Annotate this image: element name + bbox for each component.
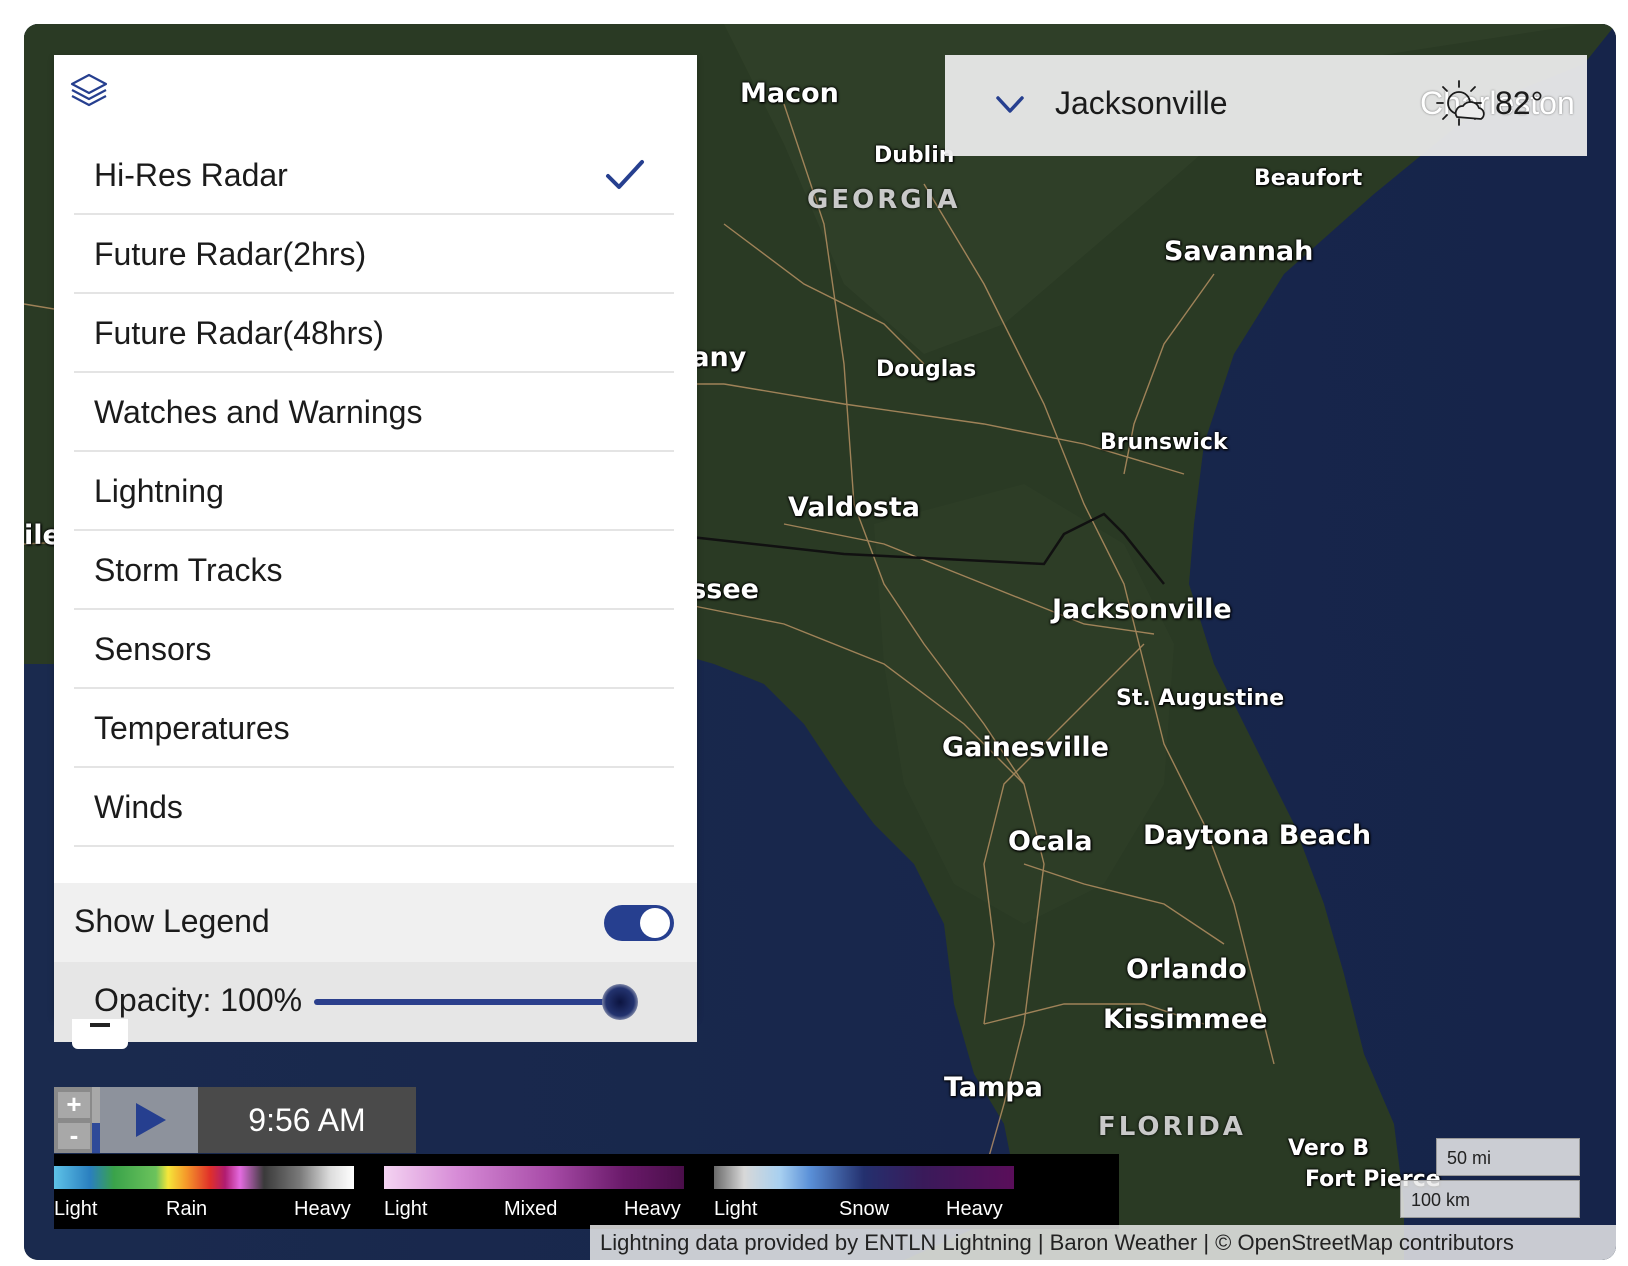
city-label: Dublin	[874, 143, 955, 168]
legend-mixed-heavy: Heavy	[624, 1198, 681, 1220]
opacity-slider-thumb[interactable]	[602, 984, 638, 1020]
legend-rain-title: Rain	[166, 1198, 208, 1220]
location-selector[interactable]: Jacksonville Charleston 82°	[945, 55, 1587, 156]
snow-color-bar	[714, 1166, 1014, 1189]
city-label: Daytona Beach	[1143, 820, 1372, 851]
location-name[interactable]: Jacksonville	[1055, 85, 1228, 122]
city-label: Orlando	[1126, 954, 1247, 985]
layers-icon[interactable]	[68, 69, 110, 111]
opacity-slider-track[interactable]	[314, 999, 624, 1005]
map-attribution: Lightning data provided by ENTLN Lightni…	[590, 1225, 1616, 1260]
rain-color-bar	[54, 1166, 354, 1189]
layer-label: Future Radar(2hrs)	[94, 236, 367, 272]
precipitation-legend: Light Rain Heavy Light Mixed Heavy Light…	[54, 1106, 1119, 1229]
city-label: Brunswick	[1100, 430, 1228, 455]
city-label: Jacksonville	[1052, 594, 1232, 625]
layer-item-winds[interactable]: Winds	[74, 768, 674, 847]
layer-item-hi-res-radar[interactable]: Hi-Res Radar	[74, 136, 674, 215]
layer-label: Hi-Res Radar	[94, 157, 288, 193]
layer-item-future-radar-48hrs[interactable]: Future Radar(48hrs)	[74, 294, 674, 373]
toggle-knob	[640, 908, 670, 938]
layer-item-future-radar-2hrs[interactable]: Future Radar(2hrs)	[74, 215, 674, 294]
layer-item-temperatures[interactable]: Temperatures	[74, 689, 674, 768]
legend-snow-title: Snow	[839, 1198, 890, 1220]
layer-label: Winds	[94, 789, 183, 825]
layer-label: Storm Tracks	[94, 552, 283, 588]
city-label: Douglas	[876, 357, 977, 382]
scale-km: 100 km	[1400, 1180, 1580, 1218]
layer-item-sensors[interactable]: Sensors	[74, 610, 674, 689]
layer-item-storm-tracks[interactable]: Storm Tracks	[74, 531, 674, 610]
city-label: Vero B	[1288, 1136, 1370, 1161]
city-label: Ocala	[1008, 826, 1093, 857]
legend-rain-light: Light	[54, 1198, 98, 1220]
scale-miles: 50 mi	[1436, 1138, 1580, 1176]
layer-list: Hi-Res Radar Future Radar(2hrs) Future R…	[74, 136, 674, 847]
layer-label: Future Radar(48hrs)	[94, 315, 384, 351]
legend-snow-heavy: Heavy	[946, 1198, 1003, 1220]
state-label: GEORGIA	[807, 185, 961, 215]
state-label: FLORIDA	[1098, 1112, 1246, 1142]
weather-map-frame: Macon Dublin Beaufort Savannah bany Doug…	[24, 24, 1616, 1260]
layers-panel: Hi-Res Radar Future Radar(2hrs) Future R…	[54, 55, 697, 1042]
chevron-down-icon[interactable]	[995, 93, 1025, 117]
show-legend-toggle[interactable]	[604, 905, 674, 941]
legend-rain: Light Rain Heavy	[54, 1154, 354, 1229]
legend-rain-heavy: Heavy	[294, 1198, 351, 1220]
legend-mixed-title: Mixed	[504, 1198, 558, 1220]
layer-label: Temperatures	[94, 710, 290, 746]
opacity-label: Opacity: 100%	[94, 982, 303, 1018]
layer-label: Sensors	[94, 631, 212, 667]
layer-label: Lightning	[94, 473, 224, 509]
zoom-out-button[interactable]	[72, 1019, 128, 1049]
city-label: Macon	[740, 78, 839, 109]
checkmark-icon	[606, 160, 644, 189]
legend-mixed-light: Light	[384, 1198, 428, 1220]
show-legend-row: Show Legend	[54, 883, 697, 962]
city-label: Beaufort	[1254, 166, 1363, 191]
city-label: St. Augustine	[1116, 686, 1285, 711]
city-label: Gainesville	[942, 732, 1109, 763]
city-label: Valdosta	[788, 492, 920, 523]
legend-snow-light: Light	[714, 1198, 758, 1220]
city-label: Kissimmee	[1103, 1004, 1268, 1035]
minus-icon	[90, 1023, 110, 1027]
legend-snow: Light Snow Heavy	[714, 1154, 1014, 1229]
layer-label: Watches and Warnings	[94, 394, 423, 430]
temperature: 82°	[1495, 85, 1544, 121]
layer-item-lightning[interactable]: Lightning	[74, 452, 674, 531]
partly-cloudy-icon	[1436, 80, 1485, 126]
city-label: Tampa	[944, 1072, 1043, 1103]
city-label: Savannah	[1164, 236, 1314, 267]
layer-item-watches-warnings[interactable]: Watches and Warnings	[74, 373, 674, 452]
opacity-row: Opacity: 100%	[54, 962, 697, 1042]
mixed-color-bar	[384, 1166, 684, 1189]
show-legend-label: Show Legend	[74, 903, 270, 939]
legend-mixed: Light Mixed Heavy	[384, 1154, 684, 1229]
